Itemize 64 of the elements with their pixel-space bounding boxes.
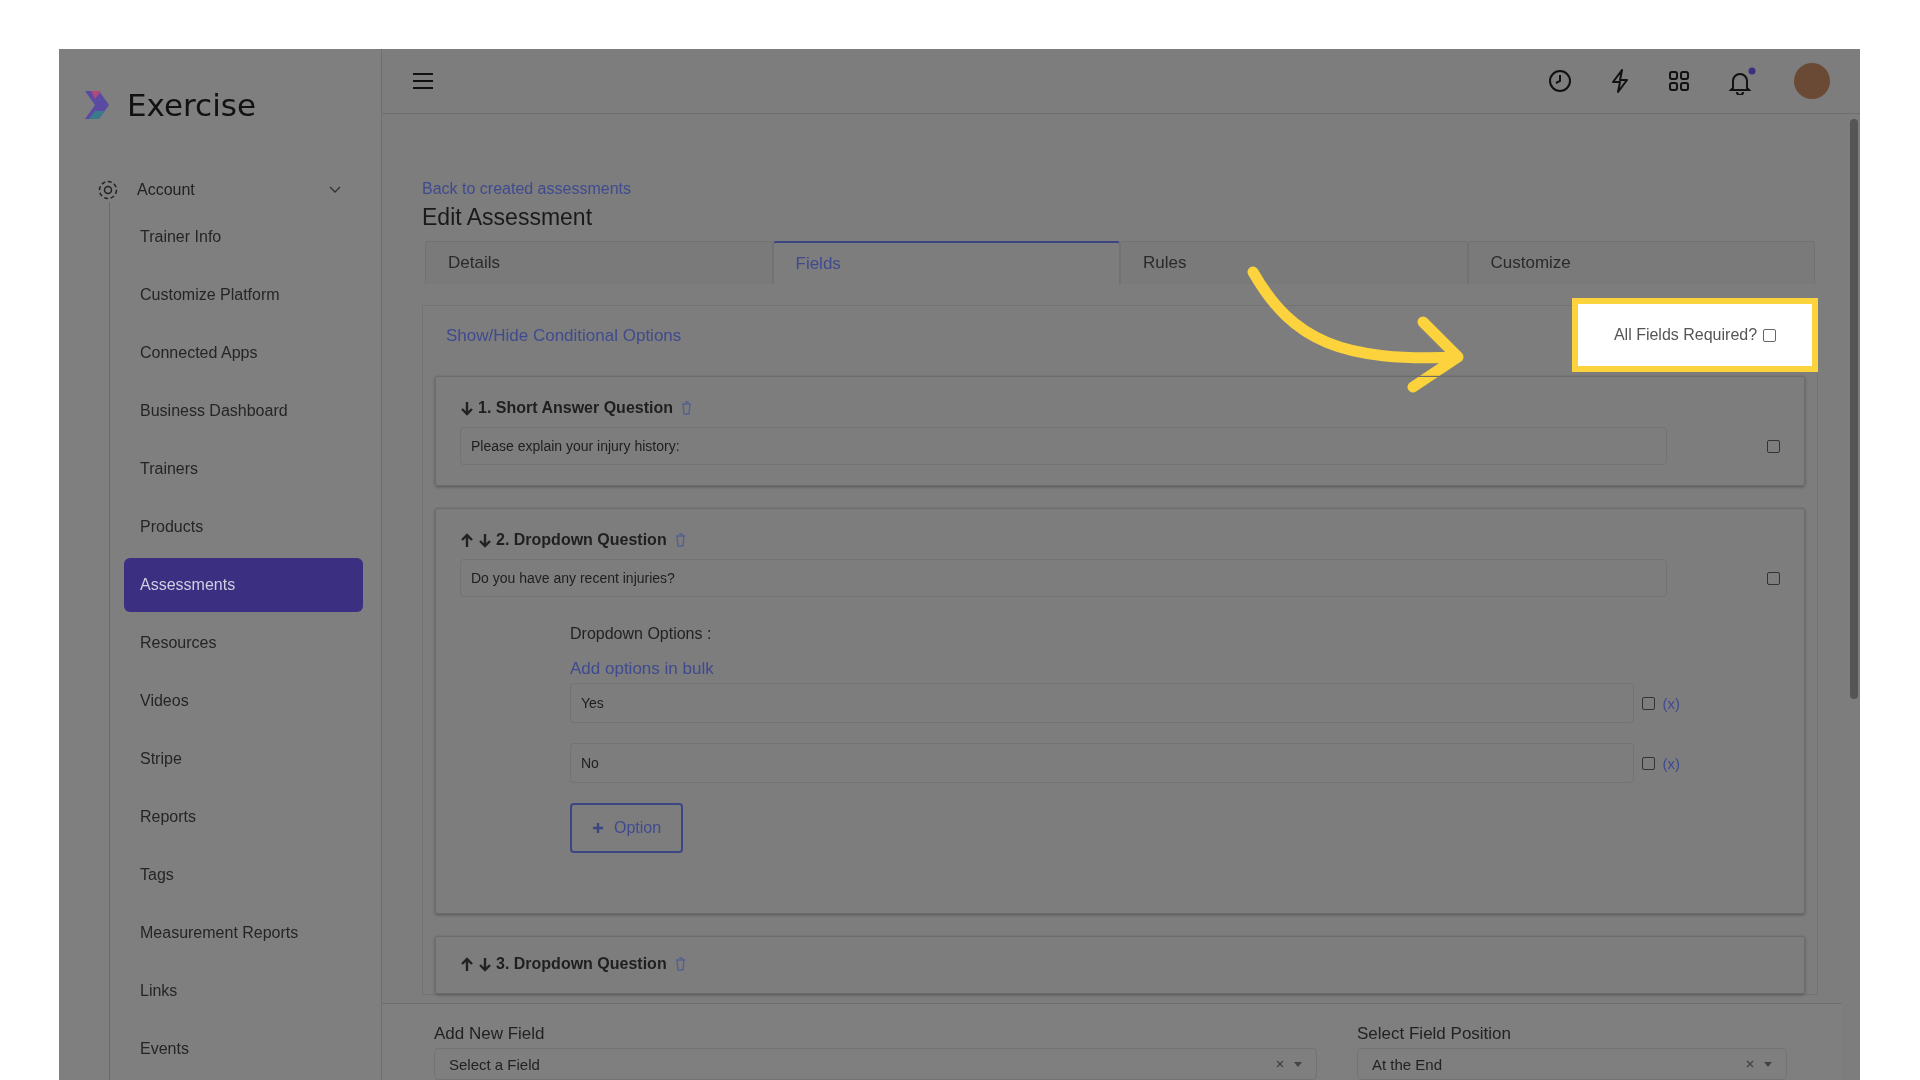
caret-icon[interactable] [1764,1061,1772,1067]
option-input[interactable]: No [570,743,1634,783]
all-fields-required-label: All Fields Required? [1613,326,1758,344]
checkbox[interactable] [1641,696,1655,710]
question-input[interactable]: Do you have any recent injuries? [460,559,1667,597]
sidebar-item[interactable]: Events [124,1022,363,1076]
back-link[interactable]: Back to created assessments [422,180,631,198]
sidebar-item[interactable]: Videos [124,674,363,728]
option-input[interactable]: Yes [570,683,1634,723]
sidebar-item[interactable]: Assessments [124,558,363,612]
grid-icon[interactable] [1668,70,1690,92]
clock-icon[interactable] [1548,69,1572,93]
sidebar-group[interactable]: Account [59,177,381,202]
sidebar-item[interactable]: Reports [124,790,363,844]
sidebar-item[interactable]: Products [124,500,363,554]
add-option-button[interactable]: Option [570,803,684,853]
remove-link[interactable]: (x) [1662,694,1680,712]
sidebar-item[interactable]: Measurement Reports [124,906,363,960]
select-field[interactable]: Select a Field [434,1048,1317,1080]
options-label: Dropdown Options : [570,625,713,643]
scrollbar[interactable] [1850,119,1858,699]
remove-link[interactable]: (x) [1662,754,1680,772]
checkbox[interactable] [1767,439,1780,453]
tab[interactable]: Fields [772,241,1120,285]
field-label: Select Field Position [1357,1024,1513,1044]
bell-icon[interactable] [1728,67,1756,95]
arrow-up-icon[interactable] [460,956,474,972]
question-title: 1. Short Answer Question [478,399,673,417]
sidebar-item[interactable]: Trainer Info [124,210,363,264]
arrow-down-icon[interactable] [460,400,474,416]
select-field[interactable]: At the End [1357,1048,1787,1080]
bulk-options-link[interactable]: Add options in bulk [570,659,1680,679]
brand-name: Exercise [127,87,256,123]
checkbox[interactable] [1641,756,1655,770]
field-label: Add New Field [434,1024,546,1044]
lightning-icon[interactable] [1610,69,1630,93]
tab[interactable]: Customize [1467,241,1815,284]
tab[interactable]: Rules [1120,241,1468,284]
sidebar-item[interactable]: Stripe [124,732,363,786]
sidebar-item[interactable]: Trainers [124,442,363,496]
question-title: 2. Dropdown Question [496,531,667,549]
arrow-up-icon[interactable] [460,532,474,548]
clear-icon[interactable] [1746,1060,1754,1068]
arrow-down-icon[interactable] [478,532,492,548]
checkbox[interactable] [1767,571,1780,585]
sidebar-item[interactable]: Resources [124,616,363,670]
sidebar-item[interactable]: Tags [124,848,363,902]
sidebar-item[interactable]: Links [124,964,363,1018]
question-input[interactable]: Please explain your injury history: [460,427,1667,465]
checkbox[interactable] [1763,328,1777,342]
conditional-options-link[interactable]: Show/Hide Conditional Options [446,326,682,345]
caret-icon[interactable] [1294,1061,1302,1067]
question-title: 3. Dropdown Question [496,955,667,973]
clear-icon[interactable] [1276,1060,1284,1068]
tab[interactable]: Details [425,241,773,284]
page-title: Edit Assessment [422,204,594,231]
settings-icon [97,178,119,201]
plus-icon [592,822,604,834]
sidebar-item[interactable]: Business Dashboard [124,384,363,438]
arrow-down-icon[interactable] [478,956,492,972]
sidebar-item[interactable]: Connected Apps [124,326,363,380]
avatar[interactable] [1794,63,1830,99]
menu-icon[interactable] [412,72,434,90]
sidebar-item[interactable]: Customize Platform [124,268,363,322]
